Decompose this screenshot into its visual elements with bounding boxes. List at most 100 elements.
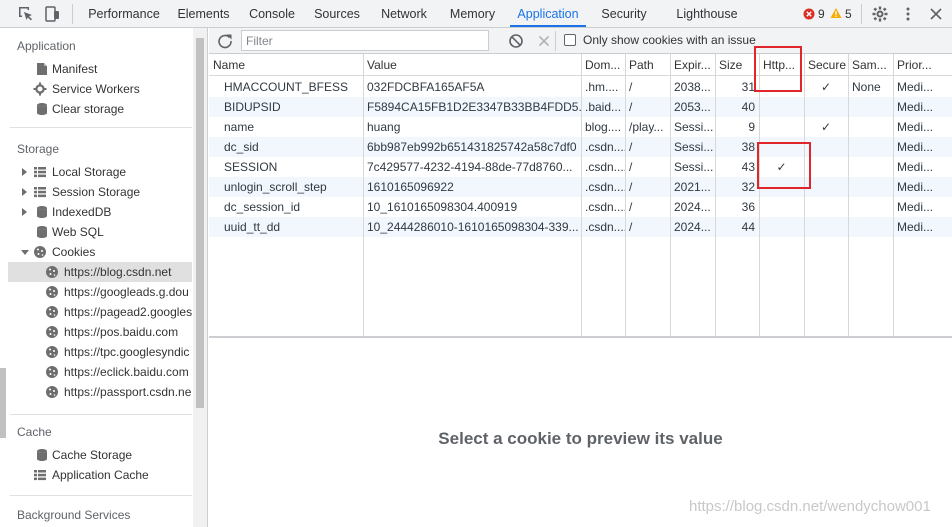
- cookie-origin-item[interactable]: https://pagead2.googles: [8, 302, 192, 322]
- cookie-origin-label: https://eclick.baidu.com: [64, 365, 189, 379]
- filter-input[interactable]: [241, 30, 489, 51]
- cell-size: 9: [748, 120, 755, 134]
- database-icon: [37, 226, 47, 238]
- cookie-origin-item[interactable]: https://blog.csdn.net: [8, 262, 192, 282]
- sidebar-item-indexeddb[interactable]: IndexedDB: [8, 202, 192, 222]
- sidebar-item-application-cache[interactable]: Application Cache: [8, 465, 192, 485]
- cell-path: /: [629, 200, 633, 214]
- close-icon[interactable]: [927, 5, 945, 23]
- tab-performance[interactable]: Performance: [85, 0, 163, 27]
- cookie-origin-item[interactable]: https://passport.csdn.ne: [8, 382, 192, 402]
- tab-sources[interactable]: Sources: [310, 0, 364, 27]
- cell-secure: [804, 217, 848, 237]
- sidebar-item-label: Application Cache: [52, 468, 149, 482]
- column-divider[interactable]: [670, 54, 671, 337]
- sidebar-item-label: Manifest: [52, 62, 98, 76]
- cell-name: dc_sid: [224, 140, 259, 154]
- column-divider[interactable]: [893, 54, 894, 337]
- cell-value: 10_2444286010-1610165098304-339...: [367, 220, 579, 234]
- cookies-toolbar: Only show cookies with an issue: [209, 28, 952, 54]
- sidebar-item-web-sql[interactable]: Web SQL: [8, 222, 192, 242]
- tab-network[interactable]: Network: [374, 0, 434, 27]
- panel-resize-edge[interactable]: [0, 368, 6, 438]
- column-header-path[interactable]: Path: [625, 54, 670, 76]
- cell-value: 032FDCBFA165AF5A: [367, 80, 485, 94]
- grid-icon: [34, 470, 46, 481]
- column-header-value[interactable]: Value: [363, 54, 581, 76]
- sidebar-item-cookies[interactable]: Cookies: [8, 242, 192, 262]
- cell-expires: 2021...: [674, 180, 711, 194]
- sidebar-item-service-workers[interactable]: Service Workers: [8, 79, 192, 99]
- collapse-arrow-icon[interactable]: [21, 250, 29, 255]
- cookie-origin-label: https://pos.baidu.com: [64, 325, 179, 339]
- error-icon[interactable]: [803, 8, 815, 20]
- cookie-origin-item[interactable]: https://pos.baidu.com: [8, 322, 192, 342]
- cell-domain: .csdn....: [585, 160, 625, 174]
- sidebar-item-label: Clear storage: [52, 102, 125, 116]
- cell-secure: [804, 97, 848, 117]
- column-divider[interactable]: [625, 54, 626, 337]
- more-vertical-icon[interactable]: [899, 5, 917, 23]
- sidebar-item-clear-storage[interactable]: Clear storage: [8, 99, 192, 119]
- only-issue-checkbox[interactable]: [564, 34, 576, 46]
- tab-elements[interactable]: Elements: [173, 0, 234, 27]
- warning-count[interactable]: 5: [845, 6, 852, 22]
- tab-console[interactable]: Console: [244, 0, 300, 27]
- column-header-name[interactable]: Name: [209, 54, 363, 76]
- column-header-expires[interactable]: Expir...: [670, 54, 715, 76]
- delete-selected-icon[interactable]: [535, 32, 553, 50]
- cell-secure: ✓: [820, 120, 832, 134]
- column-header-secure[interactable]: Secure: [804, 54, 848, 76]
- column-divider[interactable]: [581, 54, 582, 337]
- expand-arrow-icon[interactable]: [22, 188, 27, 196]
- expand-arrow-icon[interactable]: [22, 208, 27, 216]
- inspect-icon[interactable]: [17, 5, 35, 23]
- cookie-origin-item[interactable]: https://eclick.baidu.com: [8, 362, 192, 382]
- clear-all-icon[interactable]: [507, 32, 525, 50]
- cell-priority: Medi...: [897, 200, 934, 214]
- cell-same: [848, 177, 893, 197]
- expand-arrow-icon[interactable]: [22, 168, 27, 176]
- cell-path: /: [629, 220, 633, 234]
- device-toggle-icon[interactable]: [43, 5, 61, 23]
- warning-icon[interactable]: [830, 7, 842, 19]
- error-count[interactable]: 9: [818, 6, 825, 22]
- database-icon: [37, 206, 47, 218]
- cookie-origin-item[interactable]: https://tpc.googlesyndic: [8, 342, 192, 362]
- column-header-priority[interactable]: Prior...: [893, 54, 952, 76]
- cell-name: SESSION: [224, 160, 278, 174]
- grid-icon: [34, 187, 46, 198]
- column-divider[interactable]: [848, 54, 849, 337]
- only-issue-label[interactable]: Only show cookies with an issue: [583, 33, 756, 47]
- column-divider[interactable]: [715, 54, 716, 337]
- tab-application[interactable]: Application: [510, 0, 586, 27]
- cookie-origin-item[interactable]: https://googleads.g.dou: [8, 282, 192, 302]
- sidebar-item-cache-storage[interactable]: Cache Storage: [8, 445, 192, 465]
- cell-size: 43: [741, 160, 755, 174]
- cell-priority: Medi...: [897, 220, 934, 234]
- sidebar-item-session-storage[interactable]: Session Storage: [8, 182, 192, 202]
- column-divider[interactable]: [759, 54, 760, 337]
- cell-priority: Medi...: [897, 180, 934, 194]
- column-header-size[interactable]: Size: [715, 54, 759, 76]
- cookies-table: HMACCOUNT_BFESS 032FDCBFA165AF5A .hm.... / 2…: [209, 54, 952, 337]
- annotation-box-httponly-check: [757, 142, 811, 189]
- cell-priority: Medi...: [897, 140, 934, 154]
- column-divider[interactable]: [804, 54, 805, 337]
- sidebar-scrollbar-thumb[interactable]: [196, 38, 204, 408]
- tab-memory[interactable]: Memory: [444, 0, 501, 27]
- cell-domain: .csdn....: [585, 200, 625, 214]
- tab-lighthouse[interactable]: Lighthouse: [672, 0, 742, 27]
- toolbar-separator: [72, 4, 73, 24]
- cell-expires: 2024...: [674, 200, 711, 214]
- cell-expires: Sessi...: [674, 160, 714, 174]
- column-header-same[interactable]: Sam...: [848, 54, 893, 76]
- column-header-domain[interactable]: Dom...: [581, 54, 625, 76]
- tab-security[interactable]: Security: [596, 0, 652, 27]
- refresh-icon[interactable]: [216, 32, 234, 50]
- settings-gear-icon[interactable]: [871, 5, 889, 23]
- sidebar-item-local-storage[interactable]: Local Storage: [8, 162, 192, 182]
- column-divider[interactable]: [363, 54, 364, 337]
- sidebar-item-manifest[interactable]: Manifest: [8, 59, 192, 79]
- devtools-tab-bar: Performance Elements Console Sources Net…: [0, 0, 952, 28]
